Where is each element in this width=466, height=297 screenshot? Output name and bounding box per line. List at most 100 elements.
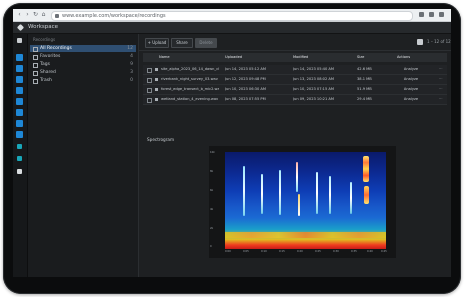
row-more-icon[interactable]: ⋯: [439, 85, 443, 94]
people-icon: [33, 71, 38, 76]
back-icon[interactable]: ‹: [16, 10, 23, 20]
sidebar-item-count: 12: [127, 46, 133, 51]
sidebar-item-count: 0: [130, 78, 133, 83]
column-header-size[interactable]: Size: [357, 53, 387, 62]
x-tick-label: 0:10: [261, 250, 267, 253]
recordings-rail-icon[interactable]: [16, 54, 23, 61]
row-name[interactable]: site_alpha_2023_06_14_dawn_chorus.wav: [161, 65, 219, 74]
y-tick-label: 4k: [210, 208, 214, 211]
spectrogram-call: [243, 166, 245, 216]
sidebar-item-label: Shared: [40, 70, 56, 75]
row-uploaded: Jun 10, 2023 06:30 AM: [225, 87, 266, 91]
table-header: Name Uploaded Modified Size Actions: [143, 53, 447, 62]
annotations-rail-icon[interactable]: [16, 87, 23, 94]
analysis-rail-icon[interactable]: [16, 76, 23, 83]
x-tick-label: 0:30: [333, 250, 339, 253]
table-row[interactable]: site_alpha_2023_06_14_dawn_chorus.wav Ju…: [143, 65, 447, 75]
toolbar: + Upload Share Delete 1 – 12 of 12: [139, 34, 451, 51]
x-tick-label: 0:25: [315, 250, 321, 253]
sidebar-item-count: 4: [130, 54, 133, 59]
row-modified: Jun 14, 2023 05:40 AM: [293, 67, 334, 71]
row-more-icon[interactable]: ⋯: [439, 95, 443, 104]
trash-icon: [33, 79, 38, 84]
maps-rail-icon[interactable]: [16, 109, 23, 116]
x-tick-label: 0:05: [243, 250, 249, 253]
noise-band: [225, 232, 386, 238]
spectrogram-call: [279, 170, 281, 215]
column-header-uploaded[interactable]: Uploaded: [225, 53, 285, 62]
row-name[interactable]: wetland_station_4_evening.wav: [161, 95, 219, 104]
row-analyze-button[interactable]: Analyze: [399, 75, 423, 84]
y-tick-label: 10k: [210, 151, 215, 154]
table-row[interactable]: wetland_station_4_evening.wav Jun 08, 20…: [143, 95, 447, 105]
row-uploaded: Jun 14, 2023 05:12 AM: [225, 67, 266, 71]
app-logo-icon: [16, 23, 25, 32]
sidebar-item-label: Tags: [40, 62, 50, 67]
row-analyze-button[interactable]: Analyze: [399, 65, 423, 74]
spectrogram-call: [350, 182, 352, 214]
grid-view-icon[interactable]: [417, 39, 423, 45]
row-name[interactable]: riverbank_night_survey_03.wav: [161, 75, 219, 84]
models-rail-icon[interactable]: [16, 131, 23, 138]
spectrogram-plot[interactable]: [225, 152, 386, 249]
bookmark-icon[interactable]: [419, 12, 424, 17]
screen: ‹ › ↻ ⌂ www.example.com/workspace/record…: [13, 9, 451, 277]
reports-rail-icon[interactable]: [16, 98, 23, 105]
row-uploaded: Jun 08, 2023 07:55 PM: [225, 97, 266, 101]
row-size: 38.1 MB: [357, 77, 372, 81]
delete-button[interactable]: Delete: [195, 38, 217, 48]
sidebar-item-label: All Recordings: [40, 46, 72, 51]
column-header-name[interactable]: Name: [159, 53, 219, 62]
home-icon[interactable]: ⌂: [40, 10, 47, 20]
x-tick-label: 0:40: [367, 250, 373, 253]
app-header: Workspace: [13, 22, 451, 34]
sync-rail-icon[interactable]: [17, 144, 22, 149]
row-size: 42.6 MB: [357, 67, 372, 71]
row-analyze-button[interactable]: Analyze: [399, 85, 423, 94]
column-header-actions: Actions: [397, 55, 411, 59]
tablet-device: ‹ › ↻ ⌂ www.example.com/workspace/record…: [3, 3, 461, 294]
row-size: 51.9 MB: [357, 87, 372, 91]
table-row[interactable]: forest_edge_transect_b_mic2.wav Jun 10, …: [143, 85, 447, 95]
x-tick-label: 0:35: [351, 250, 357, 253]
spectrogram-call: [298, 194, 300, 216]
row-checkbox[interactable]: [147, 88, 152, 93]
star-icon: [33, 55, 38, 60]
spectrogram-call: [316, 172, 318, 214]
home-rail-icon[interactable]: [17, 38, 22, 43]
row-name[interactable]: forest_edge_transect_b_mic2.wav: [161, 85, 219, 94]
browser-menu-icon[interactable]: [439, 12, 444, 17]
sidebar-item-count: 3: [130, 70, 133, 75]
sidebar-item-all-recordings[interactable]: All Recordings 12: [30, 45, 136, 52]
share-rail-icon[interactable]: [17, 156, 22, 161]
icon-rail: [13, 34, 28, 277]
row-checkbox[interactable]: [147, 68, 152, 73]
row-more-icon[interactable]: ⋯: [439, 65, 443, 74]
row-more-icon[interactable]: ⋯: [439, 75, 443, 84]
row-analyze-button[interactable]: Analyze: [399, 95, 423, 104]
address-bar[interactable]: www.example.com/workspace/recordings: [51, 11, 413, 21]
row-checkbox[interactable]: [147, 98, 152, 103]
upload-button[interactable]: + Upload: [145, 38, 169, 48]
sidebar-item-label: Favorites: [40, 54, 61, 59]
table-row[interactable]: riverbank_night_survey_03.wav Jun 12, 20…: [143, 75, 447, 85]
share-button[interactable]: Share: [171, 38, 193, 48]
sidebar-item-trash[interactable]: Trash 0: [30, 77, 136, 84]
sidebar-item-favorites[interactable]: Favorites 4: [30, 53, 136, 60]
spectrogram-call: [329, 176, 331, 214]
forward-icon[interactable]: ›: [24, 10, 31, 20]
extensions-icon[interactable]: [429, 12, 434, 17]
column-header-modified[interactable]: Modified: [293, 53, 353, 62]
species-rail-icon[interactable]: [16, 120, 23, 127]
sidebar-item-shared[interactable]: Shared 3: [30, 69, 136, 76]
row-checkbox[interactable]: [147, 78, 152, 83]
audio-file-icon: [155, 78, 158, 81]
lock-icon: [55, 14, 59, 18]
audio-file-icon: [155, 88, 158, 91]
reload-icon[interactable]: ↻: [32, 10, 39, 20]
sidebar-item-tags[interactable]: Tags 9: [30, 61, 136, 68]
browser-toolbar: ‹ › ↻ ⌂ www.example.com/workspace/record…: [13, 9, 451, 22]
library-rail-icon[interactable]: [16, 65, 23, 72]
settings-rail-icon[interactable]: [17, 169, 22, 174]
x-tick-label: 0:00: [225, 250, 231, 253]
